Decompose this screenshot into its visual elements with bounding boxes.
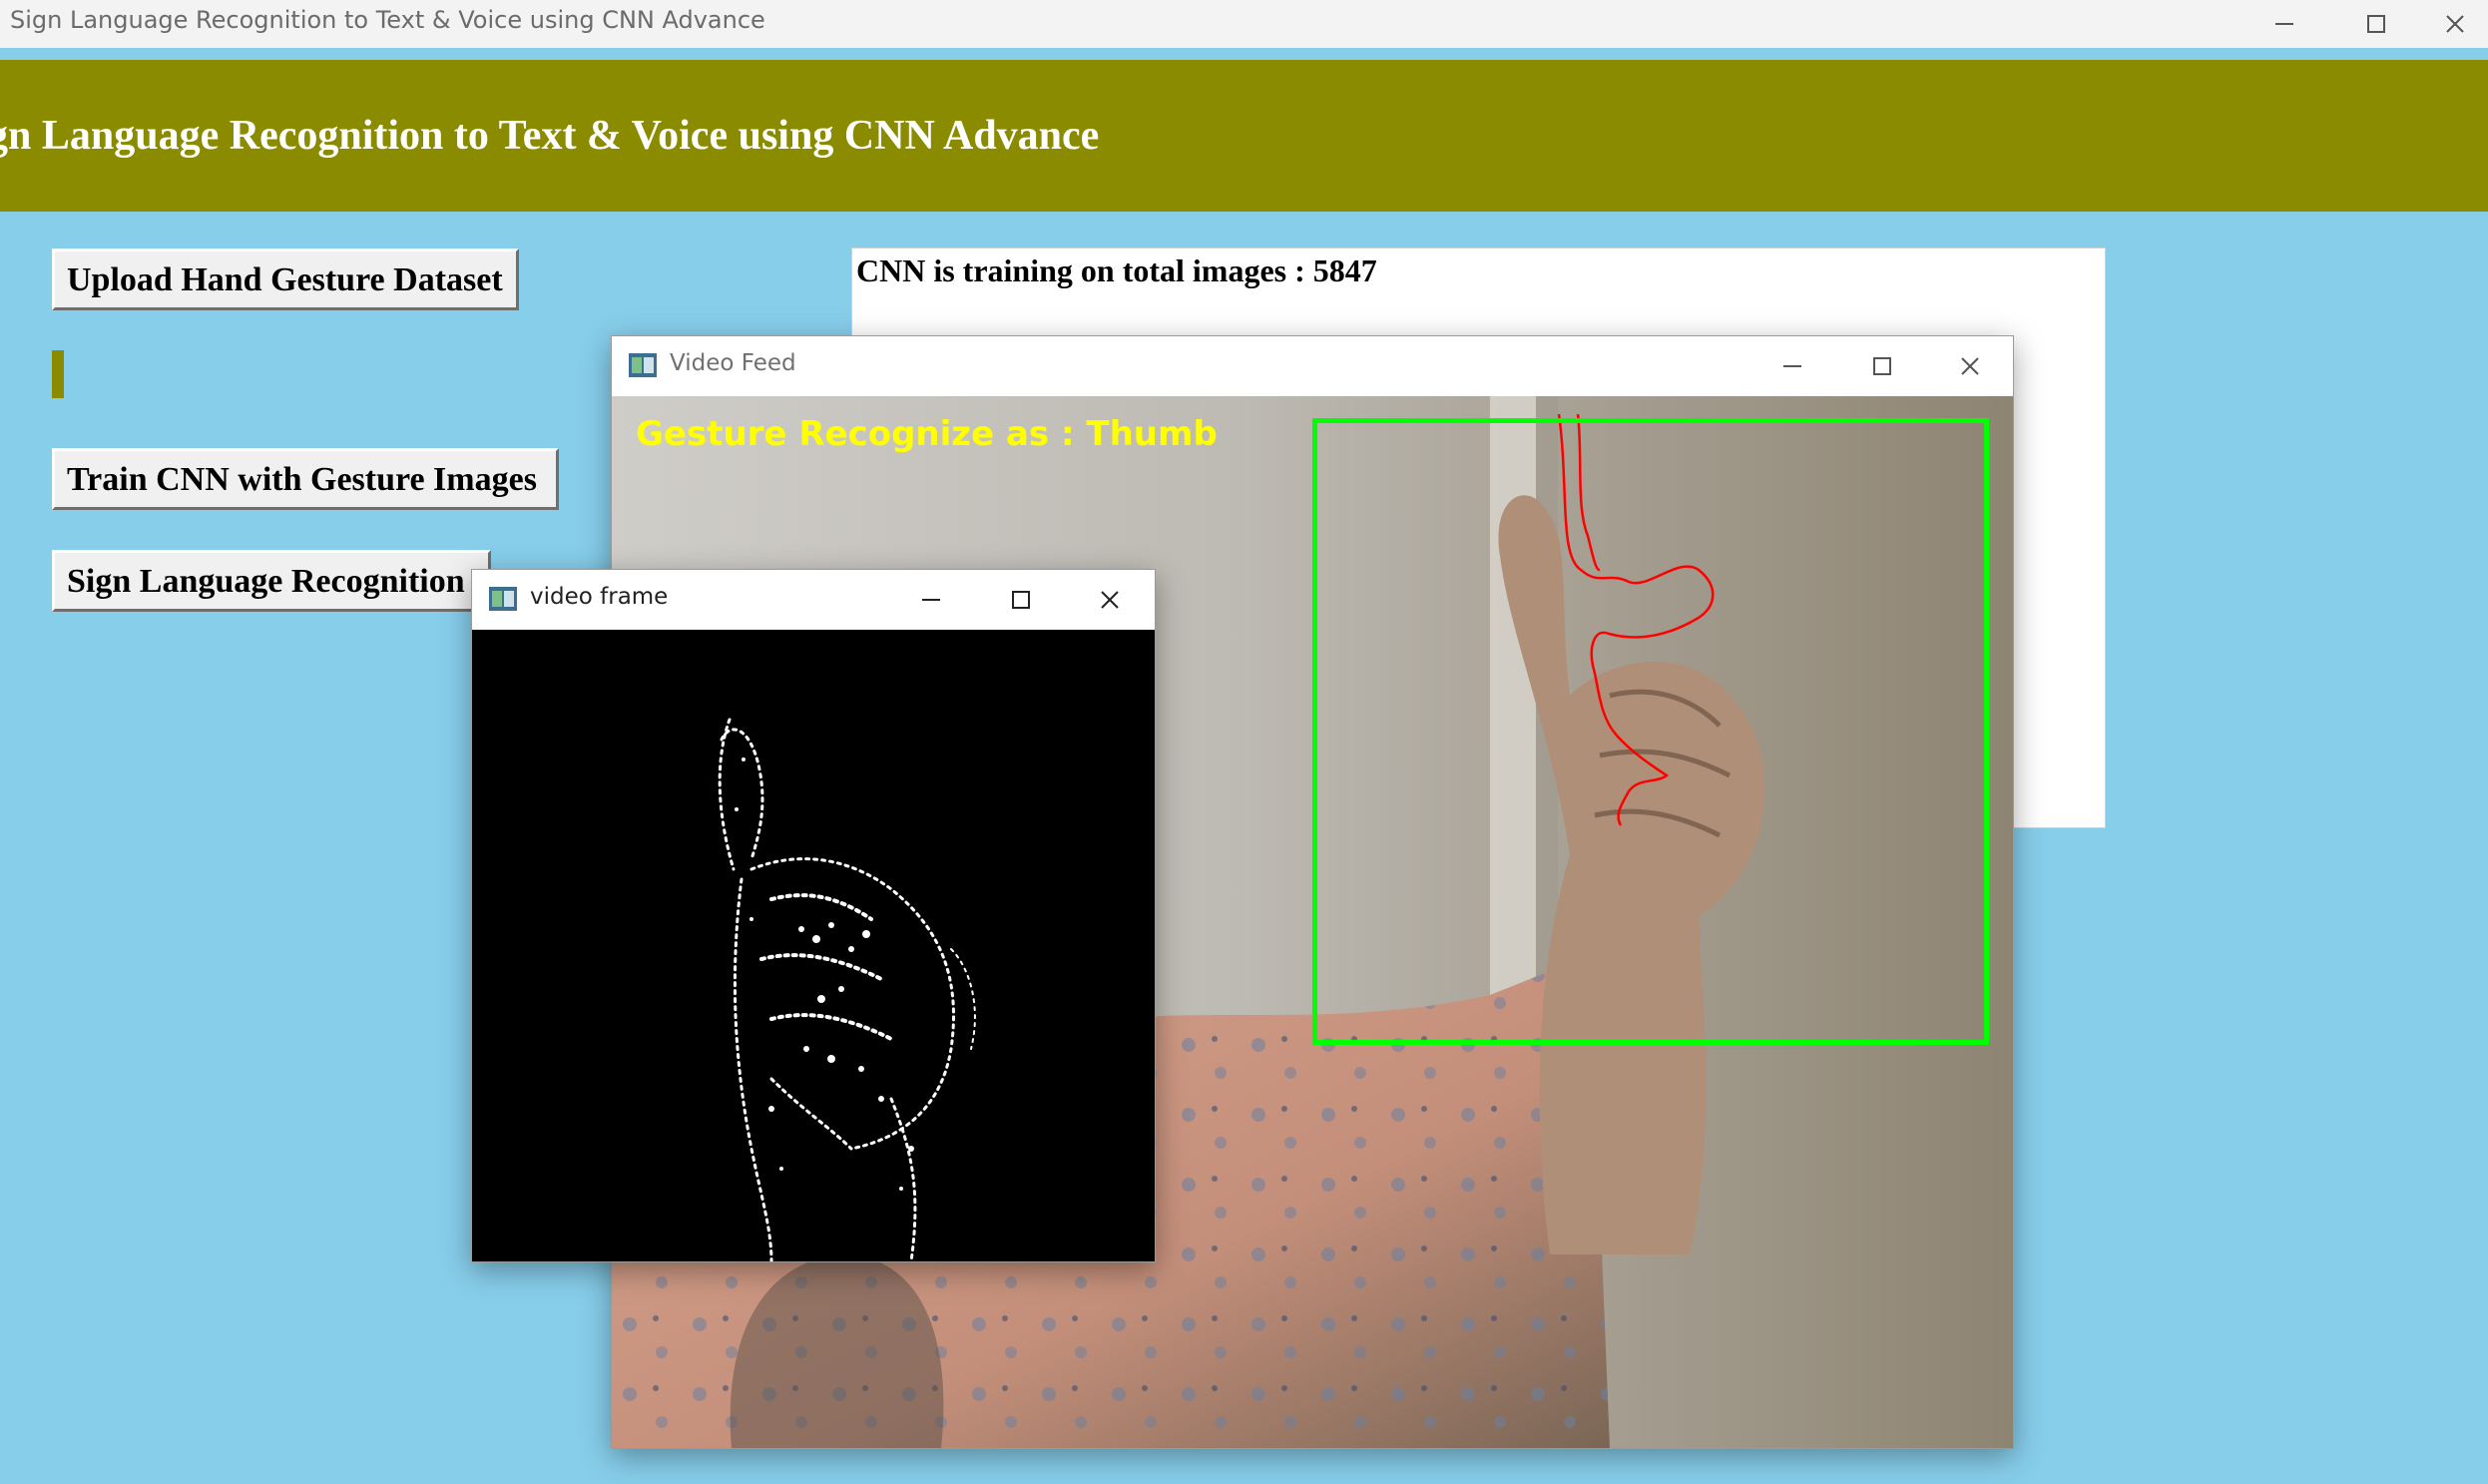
video-frame-title: video frame	[530, 584, 669, 610]
frame-maximize-button[interactable]	[976, 570, 1066, 630]
frame-minimize-button[interactable]	[886, 570, 976, 630]
video-feed-title: Video Feed	[670, 350, 796, 376]
maximize-icon	[1012, 591, 1030, 609]
page-title: Sign Language Recognition to Text & Voic…	[0, 113, 1100, 159]
progress-bar	[52, 350, 64, 398]
video-feed-titlebar[interactable]: Video Feed	[612, 336, 2013, 396]
upload-dataset-button[interactable]: Upload Hand Gesture Dataset	[52, 248, 519, 310]
app-client-area: Sign Language Recognition to Text & Voic…	[0, 48, 2488, 1484]
maximize-button[interactable]	[2330, 0, 2422, 48]
minimize-icon	[2275, 23, 2293, 25]
opencv-window-icon	[489, 587, 517, 611]
threshold-frame	[472, 630, 1155, 1261]
feed-close-button[interactable]	[1927, 336, 2013, 396]
header-banner: Sign Language Recognition to Text & Voic…	[0, 60, 2488, 212]
minimize-button[interactable]	[2239, 0, 2330, 48]
maximize-icon	[1873, 357, 1891, 375]
close-button[interactable]	[2422, 0, 2488, 48]
feed-minimize-button[interactable]	[1747, 336, 1837, 396]
close-icon	[1101, 591, 1119, 609]
app-title: Sign Language Recognition to Text & Voic…	[10, 6, 765, 34]
close-icon	[2446, 15, 2464, 33]
feed-maximize-button[interactable]	[1837, 336, 1927, 396]
train-cnn-button[interactable]: Train CNN with Gesture Images	[52, 448, 559, 510]
minimize-icon	[1783, 365, 1801, 367]
video-frame-titlebar[interactable]: video frame	[472, 570, 1155, 630]
close-icon	[1961, 357, 1979, 375]
app-titlebar: Sign Language Recognition to Text & Voic…	[0, 0, 2488, 48]
frame-close-button[interactable]	[1065, 570, 1155, 630]
gesture-label: Gesture Recognize as : Thumb	[636, 414, 1218, 454]
maximize-icon	[2367, 15, 2385, 33]
opencv-window-icon	[629, 353, 657, 377]
sign-recognition-button[interactable]: Sign Language Recognition	[52, 550, 491, 612]
video-frame-window[interactable]: video frame	[471, 569, 1156, 1262]
minimize-icon	[922, 599, 940, 601]
output-line: CNN is training on total images : 5847	[856, 252, 1377, 288]
threshold-image	[718, 718, 976, 1261]
region-of-interest-box	[1312, 418, 1989, 1045]
